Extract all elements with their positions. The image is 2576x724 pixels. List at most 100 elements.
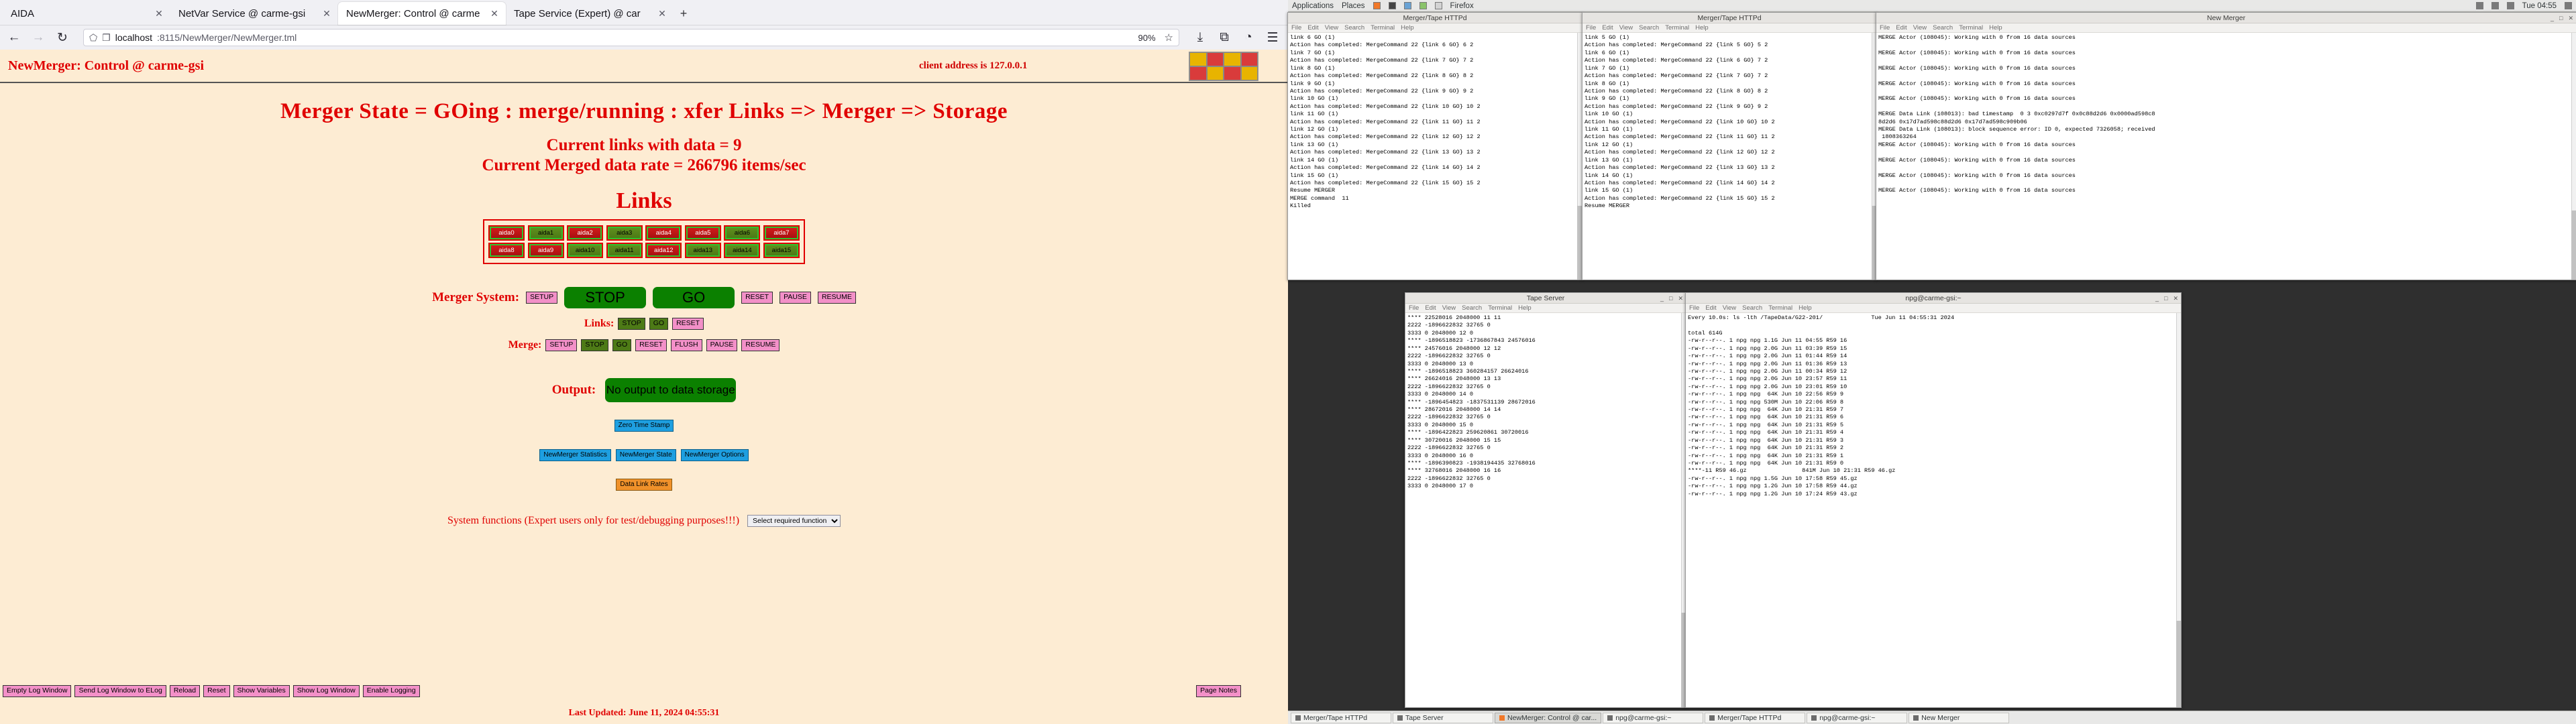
menu-terminal[interactable]: Terminal — [1665, 24, 1689, 32]
terminal-titlebar[interactable]: Merger/Tape HTTPd — [1288, 13, 1582, 23]
mail-launcher-icon[interactable] — [1435, 2, 1442, 9]
merger-system-pause-button[interactable]: PAUSE — [780, 292, 811, 304]
terminal-window-new-merger[interactable]: New Merger _ □ ✕ File Edit View Search T… — [1876, 12, 2576, 280]
merger-system-setup-button[interactable]: SETUP — [526, 292, 557, 304]
send-log-to-elog-button[interactable]: Send Log Window to ELog — [74, 685, 166, 697]
clock[interactable]: Tue 04:55 — [2522, 2, 2557, 10]
power-icon[interactable] — [2565, 2, 2572, 9]
editor-launcher-icon[interactable] — [1419, 2, 1427, 9]
close-icon[interactable]: ✕ — [321, 8, 333, 19]
terminal-scrollbar[interactable] — [2571, 33, 2576, 280]
browser-tab-tape-service[interactable]: Tape Service (Expert) @ car ✕ — [506, 2, 674, 25]
menu-help[interactable]: Help — [1989, 24, 2002, 32]
merge-reset-button[interactable]: RESET — [635, 339, 667, 351]
link-cell[interactable]: aida2 — [567, 225, 603, 241]
menu-edit[interactable]: Edit — [1602, 24, 1613, 32]
terminal-titlebar[interactable]: New Merger _ □ ✕ — [1876, 13, 2576, 23]
taskbar-item-npg-carme-gsi-2[interactable]: npg@carme-gsi:~ — [1807, 713, 1907, 723]
link-cell[interactable]: aida1 — [528, 225, 564, 241]
minimize-icon[interactable]: _ — [2155, 295, 2159, 302]
merge-go-button[interactable]: GO — [612, 339, 631, 351]
links-go-button[interactable]: GO — [649, 318, 668, 330]
close-icon[interactable]: ✕ — [2173, 295, 2178, 302]
output-status-button[interactable]: No output to data storage — [605, 378, 736, 402]
link-cell[interactable]: aida9 — [528, 243, 564, 258]
app-menu-icon[interactable]: ☰ — [1265, 30, 1280, 45]
link-cell[interactable]: aida8 — [488, 243, 525, 258]
menu-view[interactable]: View — [1442, 304, 1456, 312]
places-menu[interactable]: Places — [1342, 2, 1365, 10]
back-icon[interactable]: ← — [7, 30, 21, 45]
link-cell[interactable]: aida4 — [645, 225, 682, 241]
link-cell[interactable]: aida15 — [763, 243, 800, 258]
taskbar-item-merger-tape-httpd-2[interactable]: Merger/Tape HTTPd — [1705, 713, 1805, 723]
page-notes-button[interactable]: Page Notes — [1196, 685, 1241, 697]
merger-system-resume-button[interactable]: RESUME — [818, 292, 856, 304]
link-cell[interactable]: aida14 — [724, 243, 760, 258]
terminal-titlebar[interactable]: Tape Server _ □ ✕ — [1405, 293, 1686, 304]
menu-edit[interactable]: Edit — [1705, 304, 1716, 312]
close-icon[interactable]: ✕ — [1678, 295, 1683, 302]
menu-view[interactable]: View — [1619, 24, 1633, 32]
firefox-launcher-icon[interactable] — [1373, 2, 1381, 9]
link-cell[interactable]: aida5 — [685, 225, 721, 241]
taskbar-item-tape-server[interactable]: Tape Server — [1393, 713, 1493, 723]
menu-edit[interactable]: Edit — [1896, 24, 1907, 32]
close-icon[interactable]: ✕ — [656, 8, 668, 19]
menu-terminal[interactable]: Terminal — [1959, 24, 1983, 32]
data-link-rates-button[interactable]: Data Link Rates — [616, 479, 672, 491]
menu-view[interactable]: View — [1913, 24, 1927, 32]
minimize-icon[interactable]: _ — [2551, 15, 2554, 21]
taskbar-item-merger-tape-httpd-1[interactable]: Merger/Tape HTTPd — [1291, 713, 1391, 723]
show-variables-button[interactable]: Show Variables — [233, 685, 290, 697]
menu-file[interactable]: File — [1291, 24, 1301, 32]
browser-tab-newmerger-control[interactable]: NewMerger: Control @ carme ✕ — [338, 2, 506, 25]
menu-view[interactable]: View — [1325, 24, 1338, 32]
link-cell[interactable]: aida10 — [567, 243, 603, 258]
terminal-window-merger-tape-httpd-1[interactable]: Merger/Tape HTTPd File Edit View Search … — [1287, 12, 1582, 280]
bookmark-star-icon[interactable]: ☆ — [1165, 32, 1173, 44]
merger-system-reset-button[interactable]: RESET — [741, 292, 773, 304]
taskbar-item-new-merger[interactable]: New Merger — [1909, 713, 2009, 723]
minimize-icon[interactable]: _ — [1660, 295, 1664, 302]
link-cell[interactable]: aida11 — [606, 243, 643, 258]
terminal-window-merger-tape-httpd-2[interactable]: Merger/Tape HTTPd File Edit View Search … — [1582, 12, 1877, 280]
terminal-launcher-icon[interactable] — [1389, 2, 1396, 9]
applications-menu[interactable]: Applications — [1292, 2, 1334, 10]
menu-terminal[interactable]: Terminal — [1768, 304, 1792, 312]
menu-search[interactable]: Search — [1344, 24, 1364, 32]
merge-resume-button[interactable]: RESUME — [741, 339, 780, 351]
zero-time-stamp-button[interactable]: Zero Time Stamp — [614, 420, 674, 432]
address-bar[interactable]: ⬠ ❐ localhost:8115/NewMerger/NewMerger.t… — [83, 29, 1179, 46]
extensions-icon[interactable]: ⧉ — [1217, 30, 1232, 45]
menu-search[interactable]: Search — [1933, 24, 1953, 32]
show-log-window-button[interactable]: Show Log Window — [293, 685, 360, 697]
link-cell[interactable]: aida13 — [685, 243, 721, 258]
merge-setup-button[interactable]: SETUP — [545, 339, 577, 351]
files-launcher-icon[interactable] — [1404, 2, 1411, 9]
menu-file[interactable]: File — [1689, 304, 1699, 312]
menu-edit[interactable]: Edit — [1425, 304, 1436, 312]
account-icon[interactable]: ◔ — [1241, 30, 1256, 45]
reload-icon[interactable]: ↻ — [55, 30, 70, 45]
links-reset-button[interactable]: RESET — [672, 318, 704, 330]
newmerger-statistics-button[interactable]: NewMerger Statistics — [539, 449, 610, 461]
link-cell[interactable]: aida3 — [606, 225, 643, 241]
menu-file[interactable]: File — [1586, 24, 1596, 32]
link-cell[interactable]: aida12 — [645, 243, 682, 258]
volume-icon[interactable] — [2491, 2, 2499, 9]
enable-logging-button[interactable]: Enable Logging — [363, 685, 420, 697]
system-function-select[interactable]: Select required function — [747, 515, 841, 527]
taskbar-item-npg-carme-gsi-1[interactable]: npg@carme-gsi:~ — [1603, 713, 1703, 723]
downloads-icon[interactable]: ⤓ — [1193, 30, 1208, 45]
browser-tab-netvar-service[interactable]: NetVar Service @ carme-gsi ✕ — [170, 2, 338, 25]
links-stop-button[interactable]: STOP — [618, 318, 645, 330]
maximize-icon[interactable]: □ — [1669, 295, 1672, 302]
zoom-level-badge[interactable]: 90% — [1134, 33, 1160, 43]
menu-edit[interactable]: Edit — [1307, 24, 1318, 32]
terminal-titlebar[interactable]: npg@carme-gsi:~ _ □ ✕ — [1686, 293, 2181, 304]
close-icon[interactable]: ✕ — [153, 8, 165, 19]
menu-search[interactable]: Search — [1462, 304, 1482, 312]
merger-system-go-button[interactable]: GO — [653, 287, 735, 308]
merge-stop-button[interactable]: STOP — [581, 339, 608, 351]
